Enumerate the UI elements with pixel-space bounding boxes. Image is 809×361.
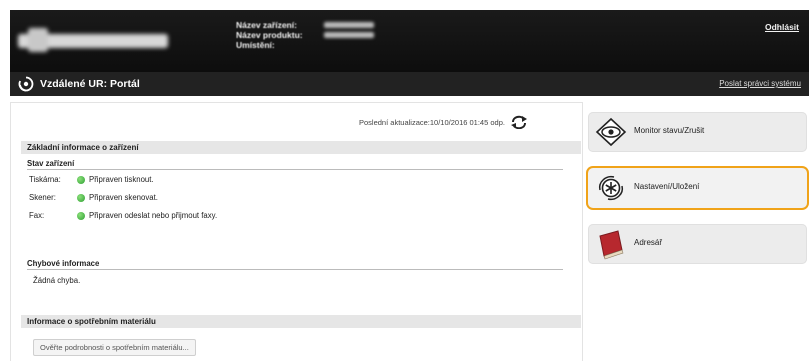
status-text: Připraven odeslat nebo přijmout faxy. [89,211,218,220]
device-status-title: Stav zařízení [27,159,563,170]
logout-link[interactable]: Odhlásit [765,22,799,32]
device-status-section: Stav zařízení Tiskárna: Připraven tiskno… [27,159,563,227]
address-book-icon [599,230,624,260]
product-name-label: Název produktu: [236,30,303,40]
status-label: Tiskárna: [29,175,61,184]
refresh-icon[interactable] [510,115,528,129]
status-row-scanner: Skener: Připraven skenovat. [27,191,563,209]
portal-bar: Vzdálené UR: Portál Poslat správci systé… [10,72,809,96]
brand-logo [18,24,178,58]
status-text: Připraven skenovat. [89,193,158,202]
status-row-fax: Fax: Připraven odeslat nebo přijmout fax… [27,209,563,227]
error-info-section: Chybové informace Žádná chyba. [27,259,563,285]
mail-admin-link[interactable]: Poslat správci systému [719,79,801,88]
menu-label: Nastavení/Uložení [634,182,700,191]
menu-address-book[interactable]: Adresář [588,224,807,264]
top-header: Název zařízení: Název produktu: Umístění… [10,10,809,72]
device-name-label: Název zařízení: [236,20,297,30]
status-label: Skener: [29,193,56,202]
error-info-title: Chybové informace [27,259,563,270]
monitor-eye-icon [595,117,627,147]
menu-label: Monitor stavu/Zrušit [634,126,705,135]
device-name-value [324,22,374,28]
menu-settings-registration[interactable]: Nastavení/Uložení [588,168,807,208]
status-ok-icon [77,212,85,220]
error-info-text: Žádná chyba. [33,276,81,285]
location-label: Umístění: [236,40,275,50]
portal-icon [18,76,34,92]
status-label: Fax: [29,211,45,220]
status-ok-icon [77,176,85,184]
consumables-details-button[interactable]: Ověřte podrobnosti o spotřebním materiál… [33,339,196,356]
status-text: Připraven tisknout. [89,175,154,184]
device-info: Název zařízení: Název produktu: Umístění… [236,20,374,50]
page-title: Vzdálené UR: Portál [40,78,140,90]
menu-label: Adresář [634,238,663,247]
status-row-printer: Tiskárna: Připraven tisknout. [27,173,563,191]
status-ok-icon [77,194,85,202]
basic-info-header: Základní informace o zařízení [21,141,581,154]
main-panel: Poslední aktualizace:10/10/2016 01:45 od… [10,102,583,361]
consumables-header: Informace o spotřebním materiálu [21,315,581,328]
last-update: Poslední aktualizace:10/10/2016 01:45 od… [359,115,528,129]
menu-monitor-status[interactable]: Monitor stavu/Zrušit [588,112,807,152]
last-update-text: Poslední aktualizace:10/10/2016 01:45 od… [359,117,505,127]
product-name-value [324,32,374,38]
settings-asterisk-icon [598,175,624,201]
